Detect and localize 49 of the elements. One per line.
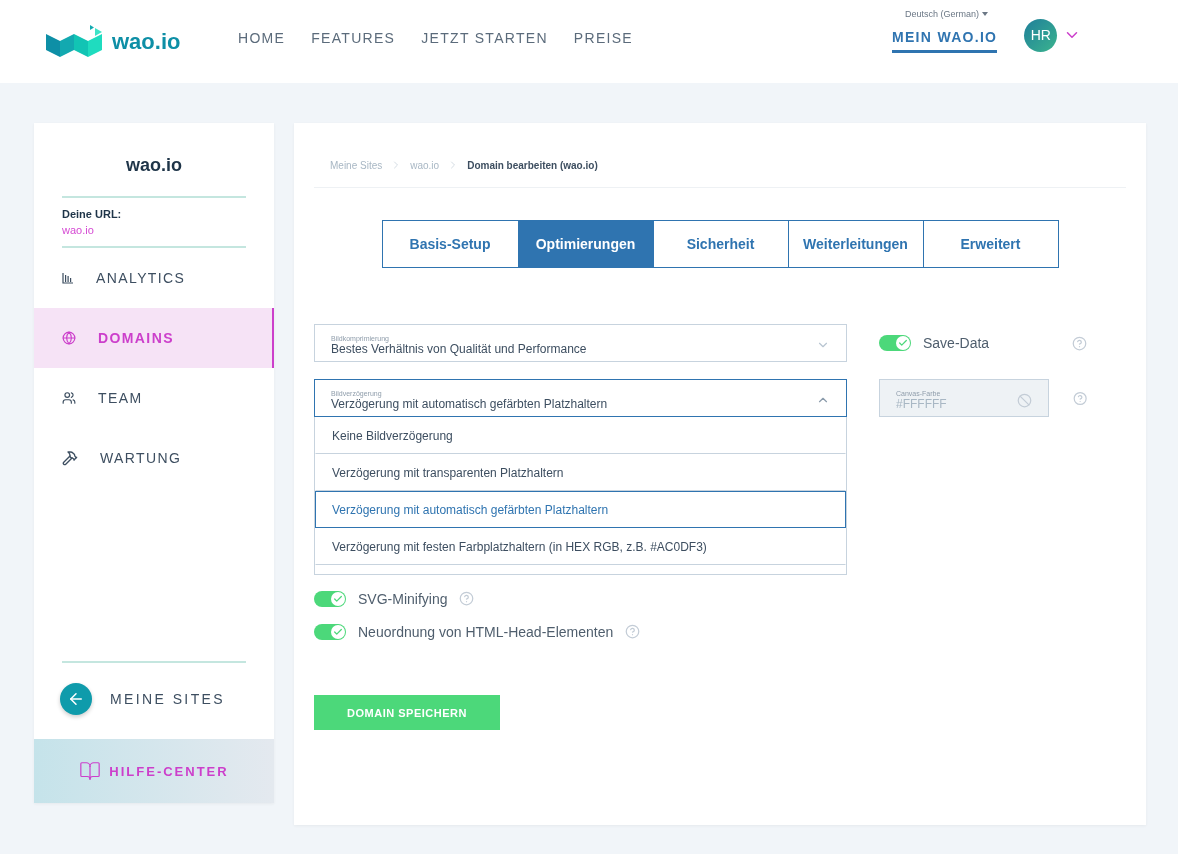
toggle-label: Neuordnung von HTML-Head-Elementen	[358, 623, 614, 640]
dropdown-option[interactable]: Verzögerung mit transparenten Platzhaltern	[315, 454, 846, 491]
book-icon	[79, 760, 102, 782]
help-icon[interactable]	[1072, 335, 1087, 351]
toggle-label: SVG-Minifying	[358, 590, 448, 607]
caret-icon	[982, 12, 989, 16]
sidebar-item-label: ANALYTICS	[96, 270, 186, 286]
url-label: Deine URL:	[62, 208, 123, 220]
bar-chart-icon	[62, 272, 74, 284]
help-center-link[interactable]: HILFE-CENTER	[34, 739, 274, 803]
sidebar-item[interactable]: WARTUNG	[34, 428, 274, 488]
sidebar-item[interactable]: TEAM	[34, 368, 274, 428]
toggle-switch[interactable]	[314, 623, 346, 640]
url-link[interactable]: wao.io	[62, 224, 246, 236]
avatar[interactable]: HR	[1024, 18, 1058, 52]
sidebar-item-label: TEAM	[98, 390, 143, 406]
sidebar-item[interactable]: ANALYTICS	[34, 248, 274, 308]
sidebar-item-label: DOMAINS	[98, 330, 174, 346]
toggle-label: Save-Data	[923, 335, 991, 351]
dropdown-option[interactable]: Keine Bildverzögerung	[315, 417, 846, 454]
back-button[interactable]	[60, 683, 92, 715]
no-entry-icon	[1016, 392, 1032, 408]
help-icon[interactable]	[459, 591, 475, 606]
globe-icon	[62, 331, 76, 345]
check-icon	[333, 626, 343, 637]
back-link[interactable]: MEINE SITES	[110, 691, 226, 707]
check-icon	[898, 338, 908, 348]
select-value: Bestes Verhältnis von Qualität und Performance	[331, 341, 587, 356]
sidebar-item-label: WARTUNG	[100, 450, 182, 466]
language-selector[interactable]: Deutsch (German)	[905, 9, 1178, 19]
nav-link[interactable]: FEATURES	[311, 30, 396, 53]
sidebar-item[interactable]: DOMAINS	[34, 308, 274, 368]
help-icon[interactable]	[625, 624, 641, 639]
dropdown-option[interactable]: Verzögerung mit festen Farbplatzhaltern (in HEX RGB, z.B. #AC0DF3)	[315, 528, 846, 565]
toggle-switch[interactable]	[879, 335, 911, 351]
toggle-switch[interactable]	[314, 590, 346, 607]
people-icon	[62, 391, 76, 405]
nav-link[interactable]: HOME	[238, 30, 286, 53]
nav-link[interactable]: JETZT STARTEN	[421, 30, 548, 53]
help-icon[interactable]	[1072, 390, 1087, 406]
field-value: #FFFFFF	[896, 396, 947, 411]
logo-text[interactable]: wao.io	[112, 28, 181, 55]
check-icon	[333, 593, 343, 604]
tab[interactable]: Optimierungen	[517, 221, 653, 267]
dropdown-option[interactable]: Verzögerung mit automatisch gefärbten Platzhaltern	[315, 491, 846, 528]
hammer-icon	[62, 450, 78, 466]
site-title: wao.io	[62, 123, 246, 198]
breadcrumb-link[interactable]: Domain bearbeiten (wao.io)	[467, 159, 598, 171]
nav-link[interactable]: PREISE	[573, 30, 633, 53]
